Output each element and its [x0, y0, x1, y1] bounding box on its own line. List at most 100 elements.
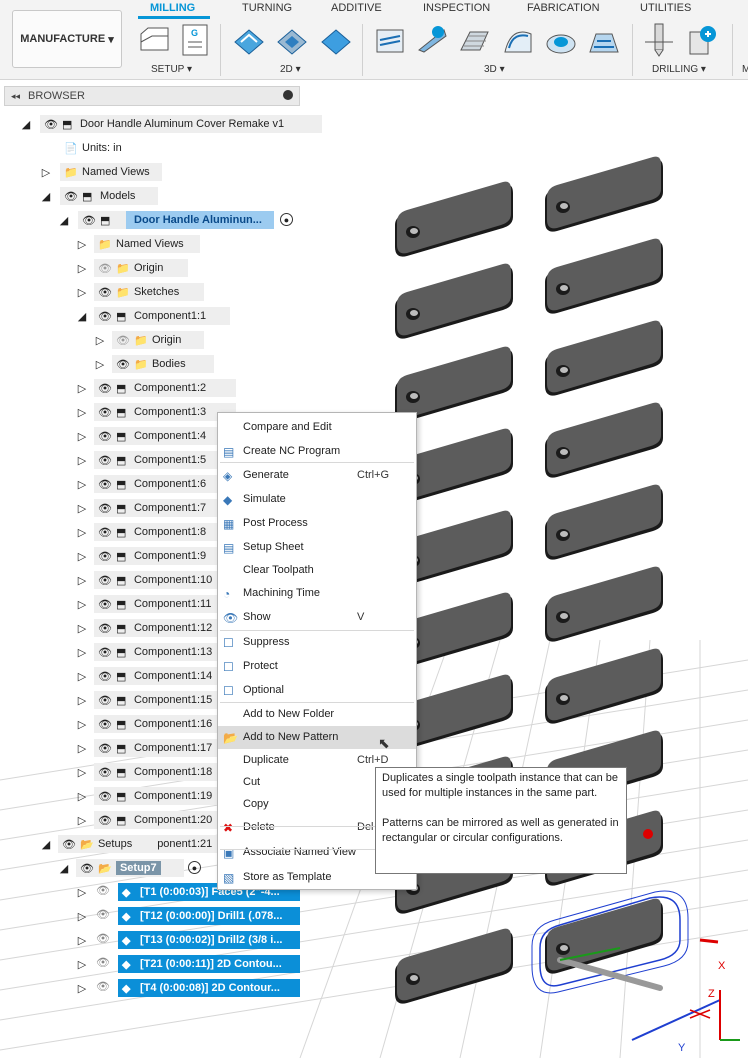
menu-item-simulate[interactable]: ◆ Simulate [218, 488, 416, 511]
sub-node-origin[interactable]: 👁 📁 Origin [112, 331, 204, 349]
expand-arrow-icon[interactable]: ▷ [76, 981, 88, 995]
3d-radial-icon[interactable] [545, 22, 577, 58]
3d-spiral-icon[interactable] [588, 22, 620, 58]
eye-hidden-icon[interactable]: 👁 [96, 932, 110, 945]
expand-arrow-icon[interactable]: ▷ [76, 549, 88, 563]
expand-arrow-icon[interactable]: ▷ [76, 477, 88, 491]
group-drilling[interactable]: DRILLING ▾ [652, 64, 706, 75]
eye-hidden-icon[interactable]: 👁 [98, 262, 112, 275]
drill-icon[interactable] [643, 22, 675, 58]
component-node[interactable]: 👁 ⬒ Component1:3 [94, 403, 236, 421]
expand-arrow-icon[interactable]: ▷ [76, 429, 88, 443]
expand-arrow-icon[interactable]: ▷ [76, 717, 88, 731]
expand-arrow-icon[interactable]: ◢ [40, 189, 52, 203]
eye-icon[interactable]: 👁 [82, 214, 96, 227]
operation-node[interactable]: ◆ [T4 (0:00:08)] 2D Contour... [118, 979, 300, 997]
menu-item-add-to-new-folder[interactable]: Add to New Folder [218, 703, 416, 726]
eye-icon[interactable]: 👁 [98, 286, 112, 299]
eye-icon[interactable]: 👁 [98, 670, 112, 683]
component-node[interactable]: 👁 ⬒ Component1:20 [94, 811, 236, 829]
eye-icon[interactable]: 👁 [44, 118, 58, 131]
eye-icon[interactable]: 👁 [98, 622, 112, 635]
eye-hidden-icon[interactable]: 👁 [96, 884, 110, 897]
expand-arrow-icon[interactable]: ◢ [58, 861, 70, 875]
menu-item-suppress[interactable]: ☐ Suppress [218, 631, 416, 654]
expand-arrow-icon[interactable]: ▷ [76, 957, 88, 971]
tab-utilities[interactable]: UTILITIES [640, 2, 691, 14]
component-node[interactable]: 👁 ⬒ Component1:4 [94, 427, 236, 445]
menu-item-show[interactable]: 👁 Show V [218, 606, 416, 629]
component-node[interactable]: 👁 ⬒ Component1:14 [94, 667, 236, 685]
operation-node[interactable]: ◆ [T21 (0:00:11)] 2D Contou... [118, 955, 300, 973]
expand-arrow-icon[interactable]: ▷ [94, 333, 106, 347]
expand-arrow-icon[interactable]: ▷ [76, 597, 88, 611]
expand-arrow-icon[interactable]: ▷ [76, 453, 88, 467]
3d-pocket-icon[interactable] [416, 22, 448, 58]
activate-radio-icon[interactable]: ● [280, 213, 293, 226]
expand-arrow-icon[interactable]: ▷ [40, 165, 52, 179]
component-node[interactable]: 👁 ⬒ Component1:15 [94, 691, 236, 709]
expand-arrow-icon[interactable]: ▷ [76, 813, 88, 827]
expand-arrow-icon[interactable]: ▷ [76, 885, 88, 899]
tab-turning[interactable]: TURNING [242, 2, 292, 14]
expand-arrow-icon[interactable]: ▷ [94, 357, 106, 371]
sub-node-bodies[interactable]: 👁 📁 Bodies [112, 355, 214, 373]
expand-arrow-icon[interactable]: ▷ [76, 741, 88, 755]
expand-arrow-icon[interactable]: ▷ [76, 645, 88, 659]
expand-arrow-icon[interactable]: ▷ [76, 501, 88, 515]
child-node-sketches[interactable]: 👁 📁 Sketches [94, 283, 204, 301]
component-node[interactable]: 👁 ⬒ Component1:8 [94, 523, 236, 541]
named-views-node[interactable]: 📁 Named Views [60, 163, 162, 181]
eye-icon[interactable]: 👁 [98, 406, 112, 419]
menu-item-optional[interactable]: ☐ Optional [218, 679, 416, 702]
eye-icon[interactable]: 👁 [98, 814, 112, 827]
setup-icon[interactable] [138, 22, 172, 58]
face-icon[interactable] [320, 22, 352, 58]
component-node[interactable]: 👁 ⬒ Component1:12 [94, 619, 236, 637]
child-node-origin[interactable]: 👁 📁 Origin [94, 259, 188, 277]
eye-icon[interactable]: 👁 [98, 694, 112, 707]
model-root-node[interactable]: Door Handle Aluminun... [126, 211, 274, 229]
2d-adaptive-icon[interactable] [233, 22, 265, 58]
menu-item-machining-time[interactable]: ◔ Machining Time [218, 582, 416, 605]
eye-icon[interactable]: 👁 [98, 502, 112, 515]
eye-hidden-icon[interactable]: 👁 [96, 980, 110, 993]
expand-arrow-icon[interactable]: ▷ [76, 933, 88, 947]
workspace-switcher[interactable]: MANUFACTURE ▾ [12, 10, 122, 68]
eye-hidden-icon[interactable]: 👁 [96, 908, 110, 921]
expand-arrow-icon[interactable]: ▷ [76, 237, 88, 251]
expand-arrow-icon[interactable]: ▷ [76, 573, 88, 587]
eye-icon[interactable]: 👁 [98, 790, 112, 803]
expand-arrow-icon[interactable]: ▷ [76, 789, 88, 803]
component-node[interactable]: 👁 ⬒ Component1:9 [94, 547, 236, 565]
models-node[interactable]: 👁 ⬒ Models [60, 187, 158, 205]
eye-hidden-icon[interactable]: 👁 [96, 956, 110, 969]
eye-icon[interactable]: 👁 [98, 454, 112, 467]
expand-arrow-icon[interactable]: ▷ [76, 909, 88, 923]
eye-icon[interactable]: 👁 [98, 766, 112, 779]
component-node[interactable]: 👁 ⬒ Component1:16 [94, 715, 236, 733]
expand-arrow-icon[interactable]: ▷ [76, 693, 88, 707]
component-node[interactable]: 👁 ⬒ Component1:5 [94, 451, 236, 469]
component-node[interactable]: 👁 ⬒ Component1:10 [94, 571, 236, 589]
activate-radio-icon[interactable]: ● [188, 861, 201, 874]
units-node[interactable]: 📄 Units: in [60, 139, 142, 157]
expand-arrow-icon[interactable]: ▷ [76, 381, 88, 395]
3d-steep-icon[interactable] [458, 22, 490, 58]
child-node-component1-1[interactable]: 👁 ⬒ Component1:1 [94, 307, 230, 325]
group-3d[interactable]: 3D ▾ [484, 64, 505, 75]
expand-arrow-icon[interactable]: ◢ [20, 117, 32, 131]
3d-adaptive-icon[interactable] [374, 22, 406, 58]
operation-node[interactable]: ◆ [T13 (0:00:02)] Drill2 (3/8 i... [118, 931, 300, 949]
eye-icon[interactable]: 👁 [98, 526, 112, 539]
component-node[interactable]: 👁 ⬒ Component1:6 [94, 475, 236, 493]
eye-icon[interactable]: 👁 [62, 838, 76, 851]
expand-arrow-icon[interactable]: ▷ [76, 669, 88, 683]
eye-icon[interactable]: 👁 [98, 310, 112, 323]
component-node[interactable]: 👁 ⬒ Component1:13 [94, 643, 236, 661]
eye-icon[interactable]: 👁 [98, 478, 112, 491]
menu-item-post-process[interactable]: ▦ Post Process [218, 512, 416, 535]
tab-inspection[interactable]: INSPECTION [423, 2, 490, 14]
component-node[interactable]: 👁 ⬒ Component1:7 [94, 499, 236, 517]
setups-node[interactable]: 👁 📂 Setups [58, 835, 158, 853]
